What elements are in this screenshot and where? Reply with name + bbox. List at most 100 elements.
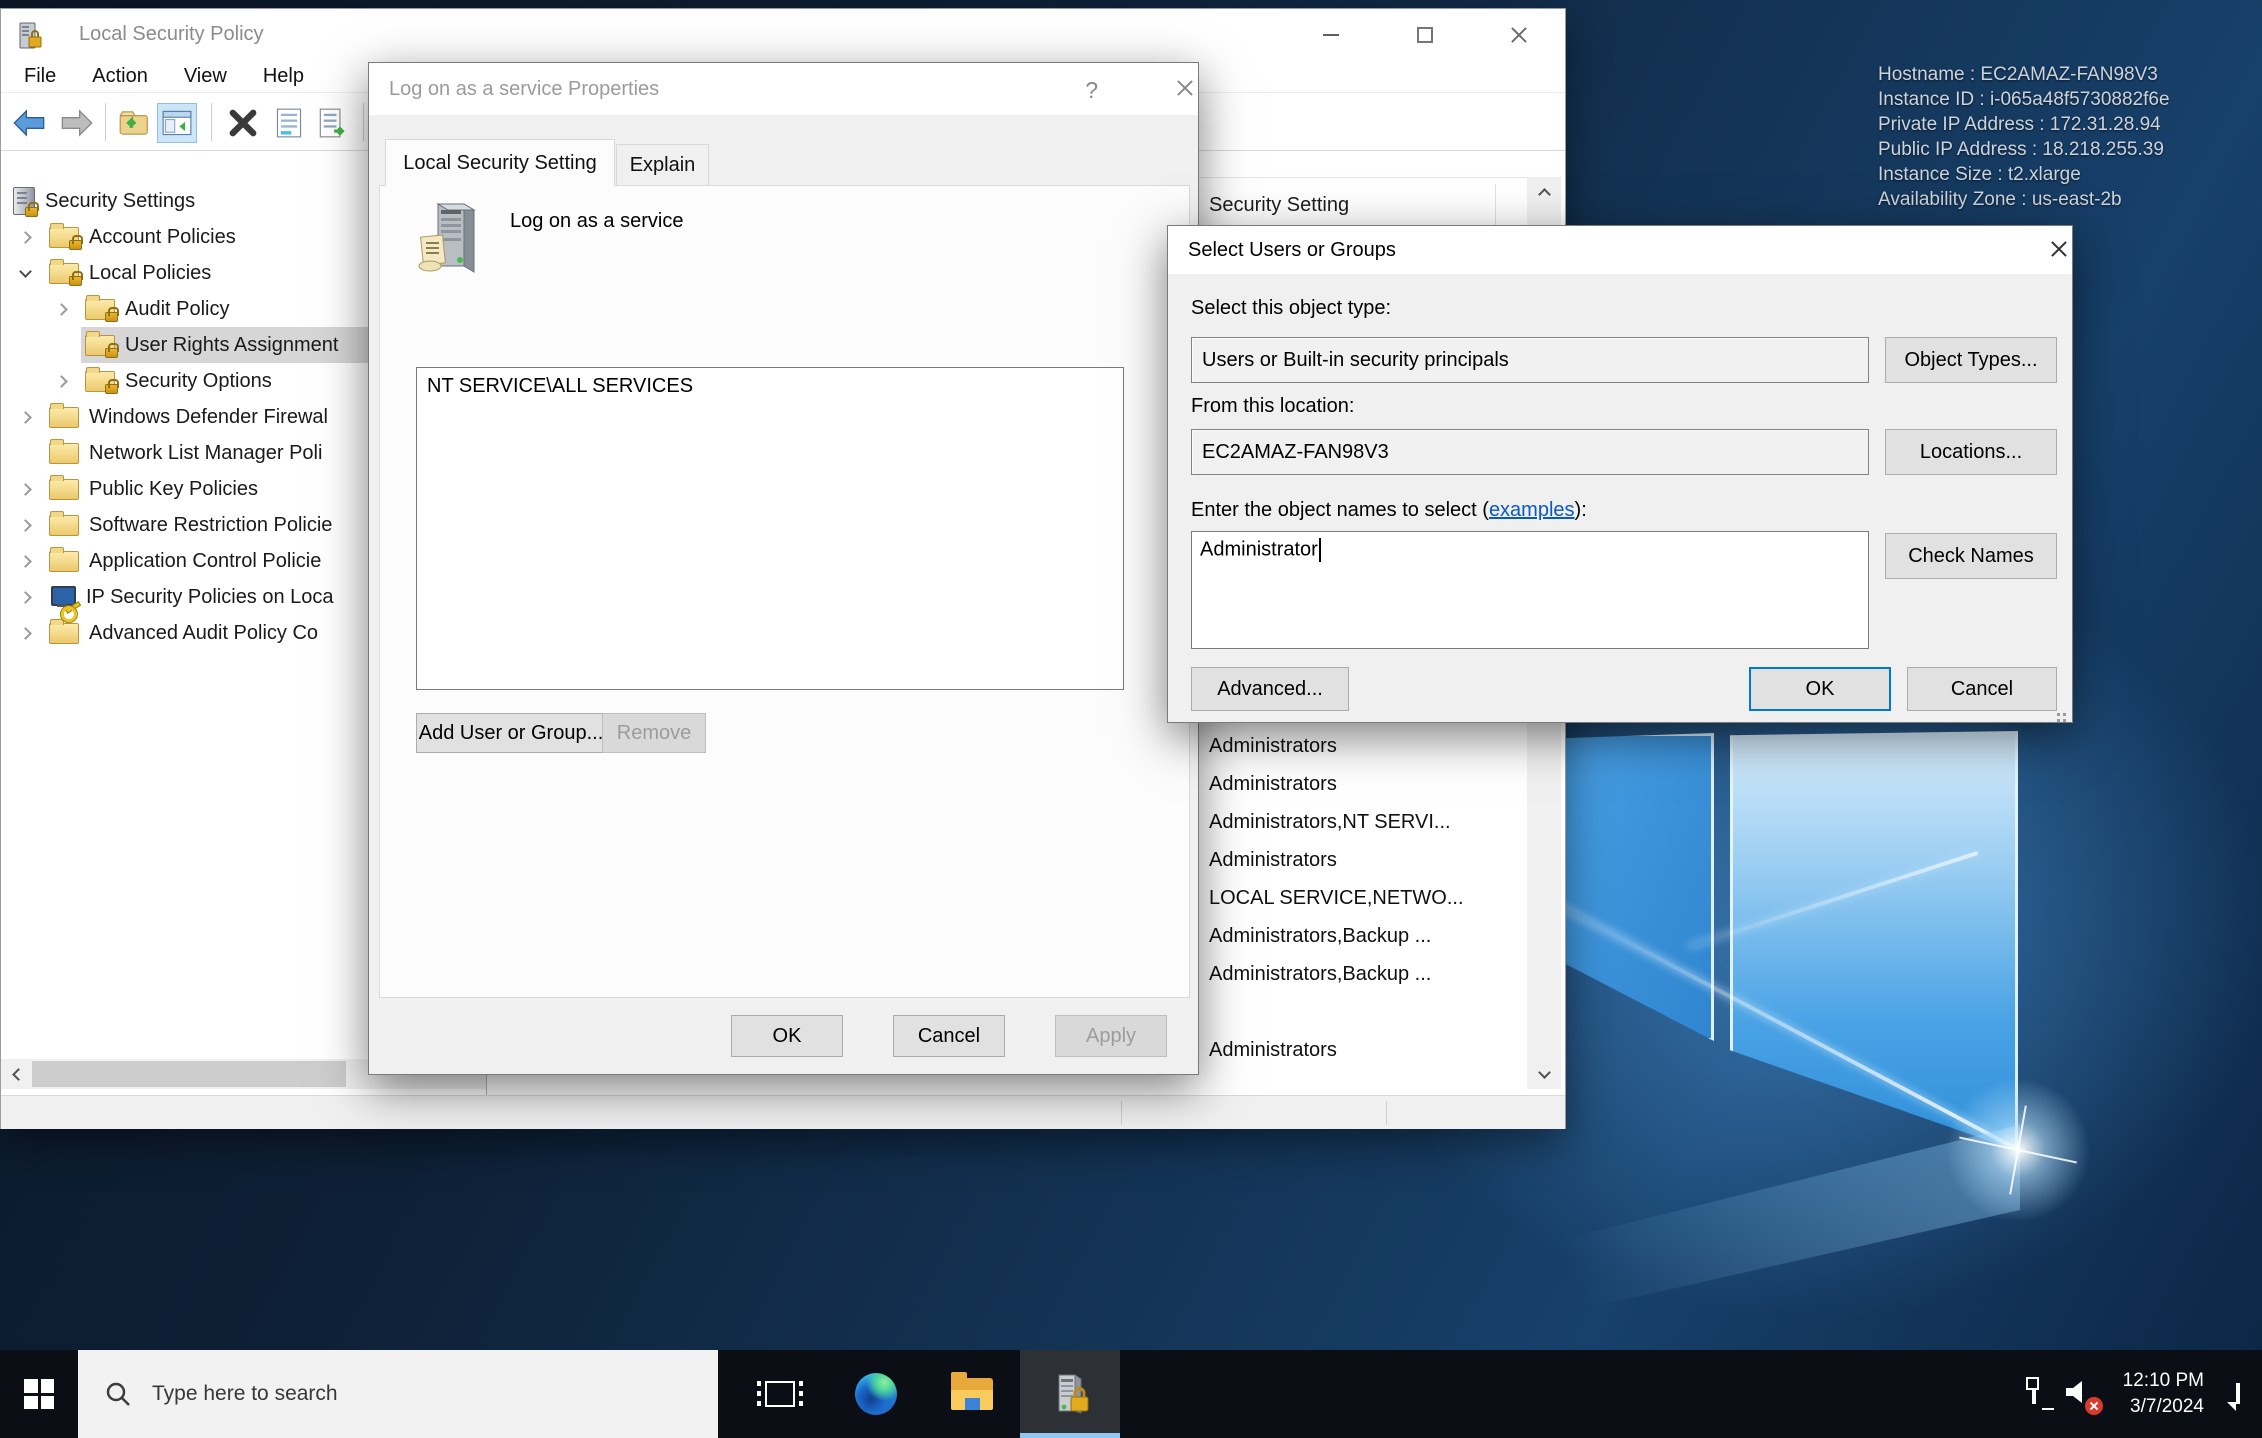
- chevron-right-icon[interactable]: [21, 593, 49, 602]
- advanced-button[interactable]: Advanced...: [1191, 667, 1349, 711]
- list-row[interactable]: Administrators,Backup ...: [1209, 917, 1521, 955]
- network-icon: [2032, 1383, 2036, 1404]
- tab-local-security-setting[interactable]: Local Security Setting: [385, 139, 615, 186]
- back-button[interactable]: [9, 103, 49, 143]
- list-row[interactable]: [1209, 993, 1521, 1031]
- menu-help[interactable]: Help: [263, 65, 304, 88]
- export-list-button[interactable]: [313, 103, 353, 143]
- column-header-security-setting[interactable]: Security Setting: [1209, 178, 1349, 232]
- app-icon: [19, 22, 43, 55]
- list-row[interactable]: LOCAL SERVICE,NETWO...: [1209, 879, 1521, 917]
- taskbar-search[interactable]: Type here to search: [78, 1350, 718, 1438]
- select-cancel-button[interactable]: Cancel: [1907, 667, 2057, 711]
- volume-button[interactable]: [2064, 1378, 2094, 1411]
- task-view-button[interactable]: [732, 1350, 828, 1438]
- list-row[interactable]: Administrators: [1209, 1031, 1521, 1069]
- ec2-private-ip: Private IP Address : 172.31.28.94: [1878, 112, 2170, 137]
- ec2-instance-id: Instance ID : i-065a48f5730882f6e: [1878, 87, 2170, 112]
- local-security-policy-icon: [1051, 1373, 1089, 1415]
- from-location-label: From this location:: [1191, 395, 1354, 418]
- properties-cancel-button[interactable]: Cancel: [893, 1015, 1005, 1057]
- chevron-right-icon[interactable]: [21, 521, 49, 530]
- menu-action[interactable]: Action: [92, 65, 148, 88]
- export-button[interactable]: [115, 103, 155, 143]
- chevron-down-icon[interactable]: [21, 271, 49, 276]
- help-button[interactable]: ?: [1085, 77, 1098, 104]
- taskbar: Type here to search: [0, 1350, 2262, 1438]
- folder-lock-icon: [85, 299, 115, 320]
- chevron-right-icon[interactable]: [21, 485, 49, 494]
- list-row[interactable]: Administrators: [1209, 765, 1521, 803]
- chevron-right-icon[interactable]: [57, 377, 85, 386]
- folder-lock-icon: [85, 335, 115, 356]
- resize-grip[interactable]: [2053, 703, 2067, 717]
- edge-button[interactable]: [828, 1350, 924, 1438]
- object-types-button[interactable]: Object Types...: [1885, 337, 2057, 383]
- chevron-right-icon[interactable]: [21, 413, 49, 422]
- local-security-setting-tab-page: Log on as a service NT SERVICE\ALL SERVI…: [379, 185, 1190, 998]
- menu-file[interactable]: File: [24, 65, 56, 88]
- back-arrow-icon: [13, 109, 45, 137]
- folder-arrow-icon: [119, 108, 151, 138]
- folder-lock-icon: [49, 263, 79, 284]
- title-bar[interactable]: Local Security Policy: [1, 9, 1565, 61]
- taskbar-clock[interactable]: 12:10 PM 3/7/2024: [2118, 1368, 2204, 1420]
- forward-button[interactable]: [57, 103, 97, 143]
- chevron-right-icon[interactable]: [21, 629, 49, 638]
- ec2-hostname: Hostname : EC2AMAZ-FAN98V3: [1878, 62, 2170, 87]
- add-user-or-group-button[interactable]: Add User or Group...: [416, 713, 606, 753]
- menu-view[interactable]: View: [184, 65, 227, 88]
- select-ok-button[interactable]: OK: [1749, 667, 1891, 711]
- ec2-instance-info: Hostname : EC2AMAZ-FAN98V3 Instance ID :…: [1878, 62, 2170, 212]
- list-row[interactable]: Administrators,Backup ...: [1209, 955, 1521, 993]
- list-row[interactable]: Administrators: [1209, 727, 1521, 765]
- ip-security-icon: [49, 586, 76, 609]
- tab-explain[interactable]: Explain: [616, 144, 709, 186]
- ec2-instance-size: Instance Size : t2.xlarge: [1878, 162, 2170, 187]
- start-button[interactable]: [0, 1350, 78, 1438]
- properties-ok-button[interactable]: OK: [731, 1015, 843, 1057]
- dialog-title-bar[interactable]: Select Users or Groups: [1168, 226, 2072, 274]
- list-row[interactable]: Administrators,NT SERVI...: [1209, 803, 1521, 841]
- network-button[interactable]: [2032, 1385, 2036, 1403]
- file-explorer-button[interactable]: [924, 1350, 1020, 1438]
- member-item[interactable]: NT SERVICE\ALL SERVICES: [417, 368, 1123, 404]
- dialog-title-bar[interactable]: Log on as a service Properties ?: [369, 63, 1198, 115]
- list-row[interactable]: Administrators: [1209, 841, 1521, 879]
- folder-icon: [49, 407, 79, 428]
- clock-time: 12:10 PM: [2118, 1368, 2204, 1394]
- examples-link[interactable]: examples: [1489, 499, 1575, 521]
- security-settings-icon: [13, 187, 35, 215]
- scrollbar-thumb[interactable]: [32, 1061, 346, 1087]
- search-icon: [104, 1380, 132, 1408]
- check-names-button[interactable]: Check Names: [1885, 533, 2057, 579]
- remove-button: Remove: [602, 713, 706, 753]
- chevron-right-icon[interactable]: [57, 305, 85, 314]
- location-field[interactable]: EC2AMAZ-FAN98V3: [1191, 429, 1869, 475]
- scroll-left-icon[interactable]: [1, 1059, 31, 1089]
- object-type-field[interactable]: Users or Built-in security principals: [1191, 337, 1869, 383]
- properties-button[interactable]: [269, 103, 309, 143]
- console-tree-toggle[interactable]: [157, 103, 197, 143]
- dialog-title: Select Users or Groups: [1188, 239, 1396, 262]
- chevron-right-icon[interactable]: [21, 557, 49, 566]
- minimize-button[interactable]: [1299, 9, 1363, 61]
- clock-date: 3/7/2024: [2118, 1394, 2204, 1420]
- delete-button[interactable]: [223, 103, 263, 143]
- edge-icon: [855, 1373, 897, 1415]
- action-center-icon: [2236, 1383, 2240, 1404]
- action-center-button[interactable]: [2236, 1385, 2240, 1403]
- export-list-icon: [318, 108, 348, 138]
- close-button[interactable]: [1487, 9, 1551, 61]
- object-names-input[interactable]: Administrator: [1191, 531, 1869, 649]
- scroll-up-icon[interactable]: [1527, 177, 1561, 207]
- file-explorer-icon: [951, 1378, 993, 1410]
- locations-button[interactable]: Locations...: [1885, 429, 2057, 475]
- members-listbox[interactable]: NT SERVICE\ALL SERVICES: [416, 367, 1124, 690]
- scroll-down-icon[interactable]: [1527, 1059, 1561, 1089]
- text-caret: [1319, 538, 1321, 562]
- column-divider[interactable]: [1495, 184, 1496, 226]
- chevron-right-icon[interactable]: [21, 233, 49, 242]
- maximize-button[interactable]: [1393, 9, 1457, 61]
- local-security-policy-taskbar-button[interactable]: [1020, 1350, 1120, 1438]
